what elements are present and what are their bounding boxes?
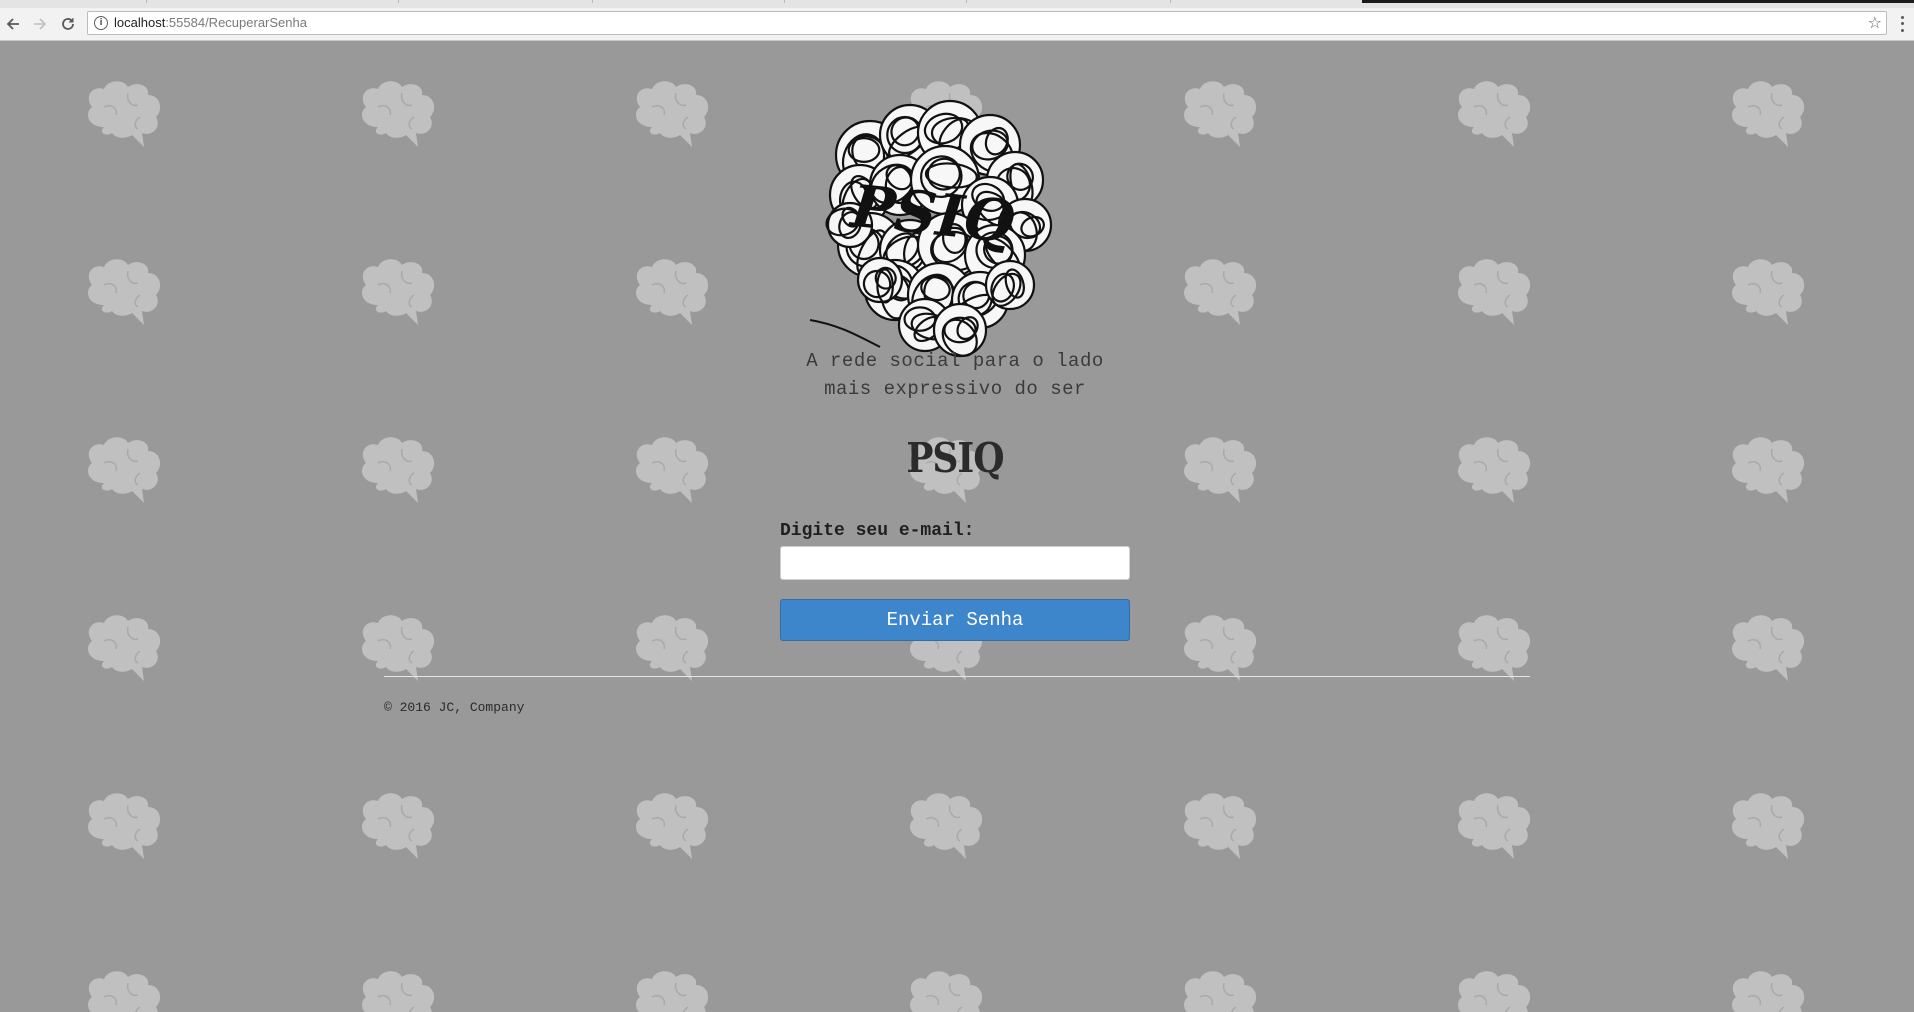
star-icon[interactable]: ☆ xyxy=(1868,13,1882,32)
url-path: :55584/RecuperarSenha xyxy=(165,15,307,30)
brain-speech-bubble-icon xyxy=(1183,792,1257,860)
tangled-scribble-logo: PSIQ xyxy=(809,99,1053,358)
brain-speech-bubble-icon xyxy=(635,258,709,326)
brain-speech-bubble-icon xyxy=(361,436,435,504)
brain-speech-bubble-icon xyxy=(361,258,435,326)
brain-speech-bubble-icon xyxy=(1183,970,1257,1012)
brain-speech-bubble-icon xyxy=(909,792,983,860)
email-label: Digite seu e-mail: xyxy=(780,521,975,541)
kebab-menu-icon[interactable] xyxy=(1898,14,1906,34)
brain-speech-bubble-icon xyxy=(909,970,983,1012)
brain-speech-bubble-icon xyxy=(1183,436,1257,504)
brain-speech-bubble-icon xyxy=(1457,258,1531,326)
address-bar-url[interactable]: localhost:55584/RecuperarSenha xyxy=(114,15,307,30)
tagline: A rede social para o lado mais expressiv… xyxy=(757,347,1153,403)
tab-divider xyxy=(1170,0,1171,3)
psiq-logo: PSIQ xyxy=(800,85,1100,385)
brain-speech-bubble-icon xyxy=(1731,436,1805,504)
brain-speech-bubble-icon xyxy=(1731,80,1805,148)
forward-arrow-icon[interactable] xyxy=(28,12,52,36)
brain-speech-bubble-icon xyxy=(1457,614,1531,682)
brain-speech-bubble-icon xyxy=(87,970,161,1012)
brain-speech-bubble-icon xyxy=(1183,80,1257,148)
footer-copyright: © 2016 JC, Company xyxy=(384,700,525,715)
brain-speech-bubble-icon xyxy=(87,614,161,682)
email-field[interactable] xyxy=(780,546,1130,580)
brain-speech-bubble-icon xyxy=(1457,970,1531,1012)
tab-divider xyxy=(398,0,399,3)
brain-speech-bubble-icon xyxy=(1457,792,1531,860)
brain-speech-bubble-icon xyxy=(361,970,435,1012)
brain-speech-bubble-icon xyxy=(361,80,435,148)
tab-divider xyxy=(592,0,593,3)
brain-speech-bubble-icon xyxy=(635,614,709,682)
tab-strip xyxy=(0,0,1914,8)
brain-speech-bubble-icon xyxy=(1183,258,1257,326)
tab-strip-active-area xyxy=(1362,0,1914,3)
tagline-line-1: A rede social para o lado xyxy=(806,350,1104,372)
footer-divider xyxy=(384,676,1530,677)
browser-toolbar: i localhost:55584/RecuperarSenha ☆ xyxy=(0,8,1914,41)
brain-speech-bubble-icon xyxy=(87,436,161,504)
tagline-line-2: mais expressivo do ser xyxy=(824,378,1086,400)
tab-divider xyxy=(146,0,147,3)
back-arrow-icon[interactable] xyxy=(1,12,25,36)
brain-speech-bubble-icon xyxy=(1731,792,1805,860)
brain-speech-bubble-icon xyxy=(1731,970,1805,1012)
brain-speech-bubble-icon xyxy=(1457,80,1531,148)
url-host: localhost xyxy=(114,15,166,30)
brain-speech-bubble-icon xyxy=(1731,614,1805,682)
brain-speech-bubble-icon xyxy=(635,80,709,148)
send-password-button[interactable]: Enviar Senha xyxy=(780,599,1130,641)
page-viewport: PSIQ A rede social para o lado mais expr… xyxy=(0,41,1914,1012)
tab-divider xyxy=(966,0,967,3)
brain-speech-bubble-icon xyxy=(1183,614,1257,682)
brain-speech-bubble-icon xyxy=(87,792,161,860)
brain-speech-bubble-icon xyxy=(1457,436,1531,504)
brain-speech-bubble-icon xyxy=(635,436,709,504)
reload-icon[interactable] xyxy=(56,12,80,36)
brain-speech-bubble-icon xyxy=(361,614,435,682)
tab-divider xyxy=(784,0,785,3)
brain-speech-bubble-icon xyxy=(87,80,161,148)
page-title: PSIQ xyxy=(906,433,1004,483)
brain-speech-bubble-icon xyxy=(1731,258,1805,326)
address-bar[interactable]: i localhost:55584/RecuperarSenha ☆ xyxy=(87,11,1887,35)
brain-speech-bubble-icon xyxy=(87,258,161,326)
info-icon[interactable]: i xyxy=(94,16,108,30)
brain-speech-bubble-icon xyxy=(635,970,709,1012)
brain-speech-bubble-icon xyxy=(361,792,435,860)
brain-speech-bubble-icon xyxy=(635,792,709,860)
